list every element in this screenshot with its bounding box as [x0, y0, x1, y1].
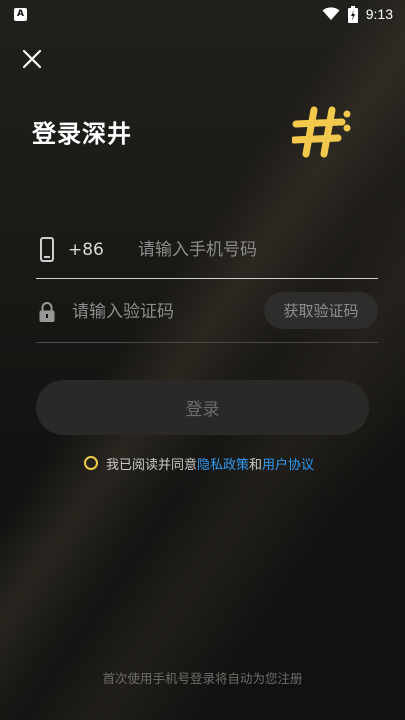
verification-code-input[interactable] — [70, 301, 244, 323]
phone-input[interactable] — [136, 239, 370, 261]
get-code-button[interactable]: 获取验证码 — [264, 292, 378, 329]
country-code[interactable]: +86 — [68, 240, 136, 260]
wifi-icon — [322, 7, 340, 20]
agreement-prefix: 我已阅读并同意 — [106, 457, 198, 473]
battery-icon — [347, 5, 358, 23]
page-title: 登录深井 — [32, 120, 132, 148]
lock-icon — [39, 302, 55, 322]
close-icon — [22, 49, 42, 69]
privacy-policy-link[interactable]: 隐私政策 — [197, 454, 249, 473]
app-logo-icon — [292, 106, 351, 158]
phone-icon — [40, 237, 54, 262]
phone-row: +86 — [36, 222, 378, 279]
user-agreement-link[interactable]: 用户协议 — [262, 454, 314, 473]
login-button[interactable]: 登录 — [36, 380, 369, 435]
code-row: 获取验证码 — [36, 282, 378, 343]
status-time: 9:13 — [365, 6, 393, 22]
agree-checkbox[interactable] — [84, 456, 98, 470]
auto-register-note: 首次使用手机号登录将自动为您注册 — [102, 671, 303, 686]
status-bar: A 9:13 — [0, 0, 405, 28]
agreement-connector: 和 — [249, 457, 263, 473]
close-button[interactable] — [20, 47, 44, 71]
agreement-row: 我已阅读并同意 隐私政策 和 用户协议 — [84, 453, 314, 473]
app-notification-icon: A — [14, 7, 27, 21]
